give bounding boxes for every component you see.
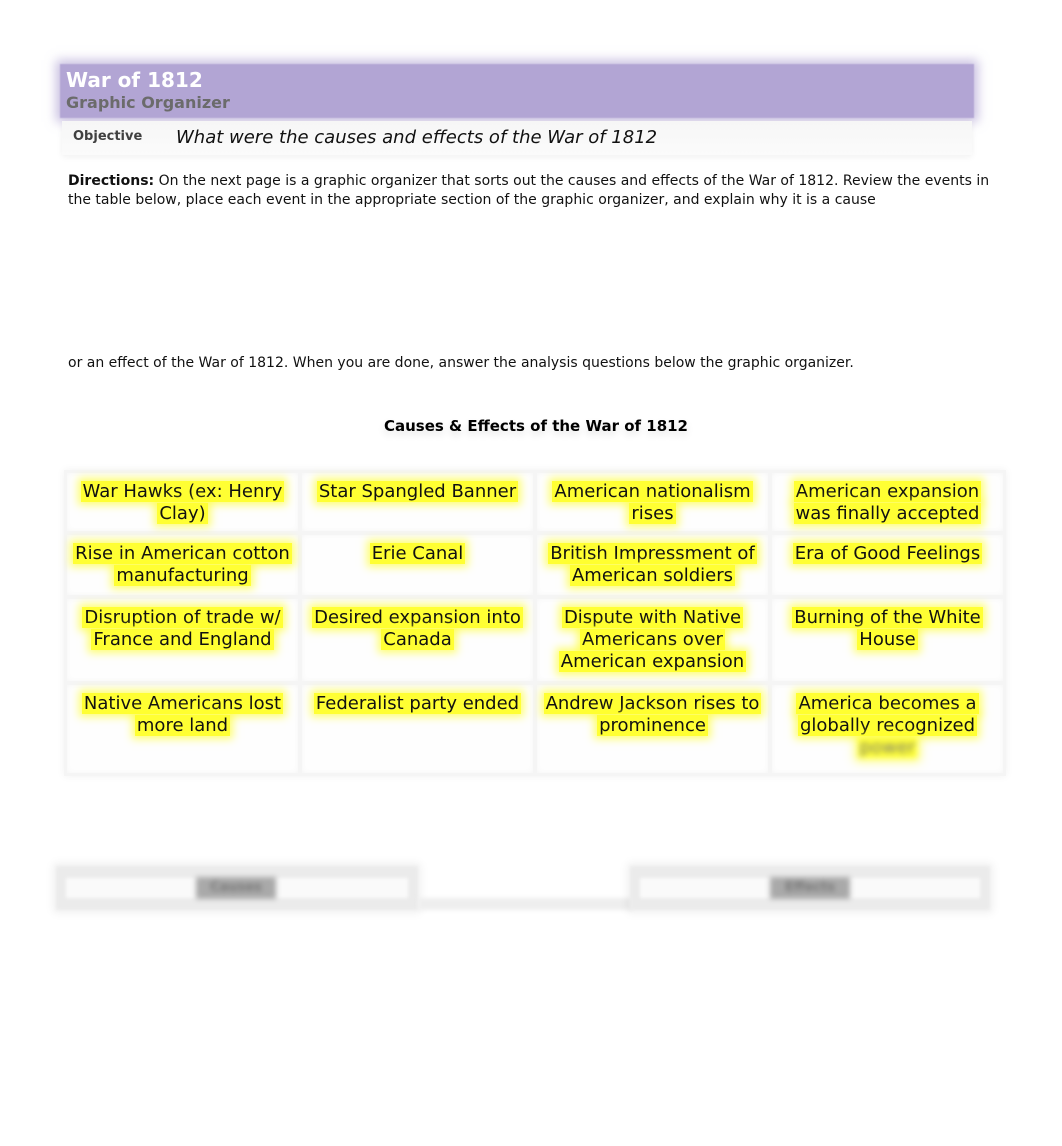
page-subtitle: Graphic Organizer [66,93,230,112]
table-cell: American expansion was finally accepted [772,473,1003,531]
table-cell: American nationalism rises [537,473,768,531]
event-text: Andrew Jackson rises to prominence [543,693,762,736]
objective-label: Objective [73,129,143,144]
event-text: Burning of the White House [792,607,983,650]
table-title: Causes & Effects of the War of 1812 [384,417,688,435]
table-cell: Disruption of trade w/ France and Englan… [67,599,298,681]
event-text: Federalist party ended [313,693,522,714]
causes-label: Causes [196,877,276,899]
table-cell: Desired expansion into Canada [302,599,533,681]
table-cell: Andrew Jackson rises to prominence [537,685,768,773]
event-text: American nationalism rises [552,481,753,524]
events-table: War Hawks (ex: Henry Clay) Star Spangled … [64,470,1006,776]
event-text: Desired expansion into Canada [312,607,523,650]
effects-box: Effects [630,866,990,910]
table-cell: Rise in American cotton manufacturing [67,535,298,595]
table-cell: Star Spangled Banner [302,473,533,531]
table-cell: Federalist party ended [302,685,533,773]
event-text: Rise in American cotton manufacturing [73,543,292,586]
table-cell: Dispute with Native Americans over Ameri… [537,599,768,681]
event-text: American expansion was finally accepted [793,481,982,524]
directions-label: Directions: [68,173,155,189]
event-text: Era of Good Feelings [792,543,983,564]
event-text-blurred: power [857,737,918,758]
table-cell: Era of Good Feelings [772,535,1003,595]
page-title: War of 1812 [66,68,203,92]
objective-text: What were the causes and effects of the … [176,127,658,148]
table-cell: America becomes a globally recognized pow… [772,685,1003,773]
organizer-connector [418,898,632,910]
event-text: British Impressment of American soldiers [548,543,757,586]
event-text: Disruption of trade w/ France and Englan… [82,607,283,650]
table-cell: War Hawks (ex: Henry Clay) [67,473,298,531]
event-text: Erie Canal [369,543,466,564]
event-text: Star Spangled Banner [316,481,519,502]
event-text: Dispute with Native Americans over Ameri… [558,607,747,672]
table-cell: British Impressment of American soldiers [537,535,768,595]
table-cell: Burning of the White House [772,599,1003,681]
effects-label: Effects [770,877,850,899]
table-cell: Erie Canal [302,535,533,595]
event-text: America becomes a globally recognized [796,693,979,736]
causes-box: Causes [56,866,418,910]
directions-continuation: or an effect of the War of 1812. When yo… [68,355,854,371]
directions-text: On the next page is a graphic organizer … [68,173,990,208]
directions-paragraph: Directions: On the next page is a graphi… [68,172,1008,210]
table-cell: Native Americans lost more land [67,685,298,773]
event-text: War Hawks (ex: Henry Clay) [80,481,285,524]
event-text: Native Americans lost more land [81,693,284,736]
